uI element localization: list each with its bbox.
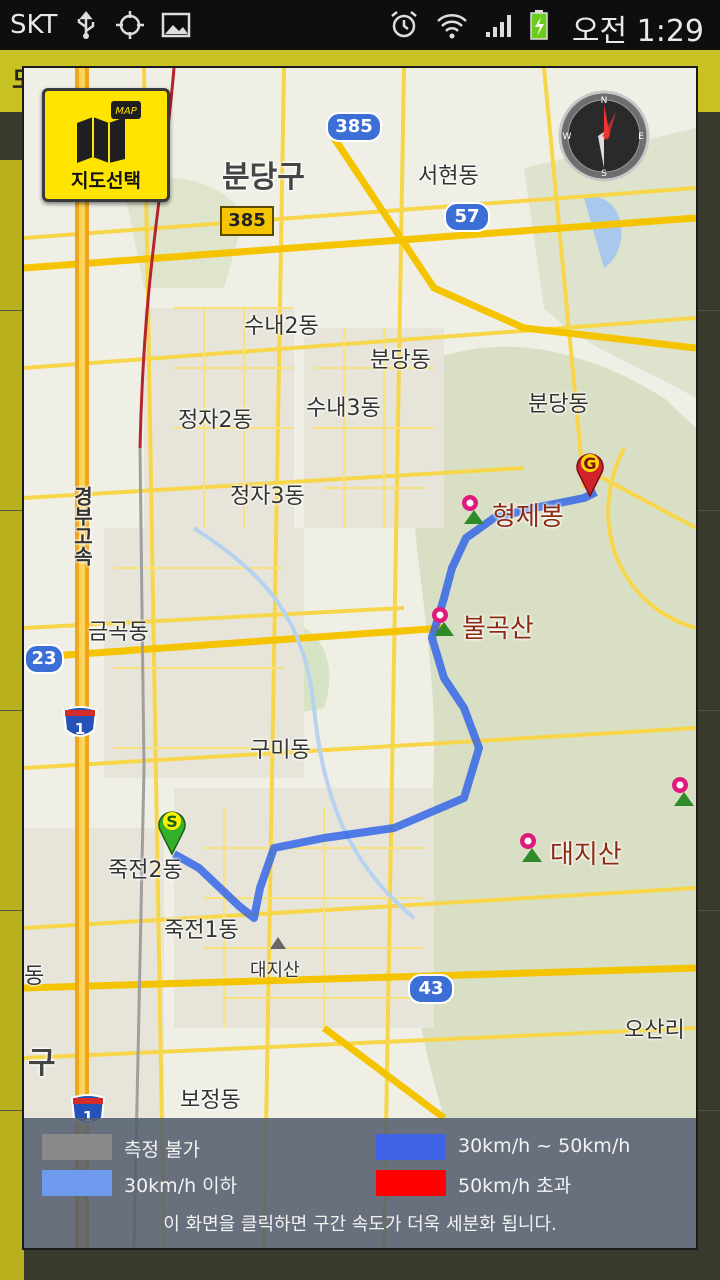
peak-icon <box>520 833 542 862</box>
background-app-strip <box>0 160 24 1280</box>
svg-text:N: N <box>601 96 608 106</box>
legend-label: 30km/h ~ 50km/h <box>458 1135 631 1157</box>
map-label-dong: 수내3동 <box>306 396 381 421</box>
legend-label: 측정 불가 <box>124 1139 200 1161</box>
map-label-dong: 보정동 <box>180 1088 241 1113</box>
peak-icon <box>432 607 454 636</box>
svg-text:W: W <box>563 132 572 142</box>
peak-label: 불곡산 <box>462 614 534 644</box>
usb-icon <box>77 10 95 39</box>
road-shield: 385 <box>220 206 274 236</box>
highway-shield-icon: 1 <box>62 706 98 738</box>
peak-icon <box>672 777 694 806</box>
legend-swatch <box>376 1134 446 1160</box>
map-label-dong: 수내2동 <box>244 314 319 339</box>
start-marker-label: S <box>166 812 178 831</box>
map-label-dong: 죽전1동 <box>164 918 239 943</box>
map-label-dong: 분당동 <box>370 348 431 373</box>
svg-text:E: E <box>638 132 644 142</box>
speed-legend[interactable]: 측정 불가 30km/h ~ 50km/h 30km/h 이하 50km/h 초… <box>24 1118 696 1248</box>
road-shield: 57 <box>444 202 490 232</box>
map-label-mountain: 대지산 <box>250 960 300 981</box>
wifi-icon <box>437 14 467 39</box>
carrier-label: SKT <box>10 10 58 40</box>
map-label-dong: 금곡동 <box>88 620 149 645</box>
road-shield: 385 <box>326 112 382 142</box>
map-label-dong: 죽전2동 <box>108 858 183 883</box>
gps-icon <box>116 11 144 39</box>
peak-label: 대지산 <box>550 840 622 870</box>
map-label-dong: 분당동 <box>528 392 589 417</box>
map-label-edge: 동 <box>24 964 45 989</box>
map-select-button[interactable]: MAP 지도선택 <box>42 88 170 202</box>
peak-icon <box>462 495 484 524</box>
map-label-district: 분당구 <box>222 160 305 195</box>
start-marker-icon: S <box>158 811 186 856</box>
legend-swatch <box>42 1170 112 1196</box>
folded-map-icon: MAP <box>77 101 141 163</box>
expressway-label: 경부고속 <box>70 486 94 566</box>
map-label-village: 오산리 <box>624 1018 685 1043</box>
gallery-icon <box>161 12 191 38</box>
legend-swatch <box>42 1134 112 1160</box>
legend-label: 30km/h 이하 <box>124 1175 238 1197</box>
alarm-icon <box>391 11 417 38</box>
clock: 오전 1:29 <box>571 14 704 49</box>
battery-charging-icon <box>530 10 548 40</box>
goal-marker-icon: G <box>576 453 604 498</box>
status-bar: SKT 오전 1:29 <box>0 0 720 50</box>
route-map-dialog[interactable]: 분당구 서현동 수내2동 분당동 수내3동 분당동 정자2동 정자3동 금곡동 … <box>24 68 696 1248</box>
signal-icon <box>486 15 511 37</box>
legend-hint: 이 화면을 클릭하면 구간 속도가 더욱 세분화 됩니다. <box>163 1214 557 1235</box>
map-badge-label: MAP <box>115 106 137 117</box>
svg-text:S: S <box>601 169 607 179</box>
map-label-edge: 구 <box>28 1046 56 1081</box>
map-label-dong: 정자3동 <box>230 484 305 509</box>
legend-label: 50km/h 초과 <box>458 1175 572 1197</box>
mountain-icon <box>270 937 286 949</box>
map-label-dong: 서현동 <box>418 164 479 189</box>
map-label-dong: 정자2동 <box>178 408 253 433</box>
map-select-label: 지도선택 <box>71 170 141 192</box>
goal-marker-label: G <box>583 454 596 473</box>
compass-icon[interactable]: N S W E <box>558 90 650 182</box>
legend-swatch <box>376 1170 446 1196</box>
road-shield: 23 <box>24 644 64 674</box>
road-shield: 43 <box>408 974 454 1004</box>
peak-label: 형제봉 <box>492 502 564 532</box>
map-canvas[interactable] <box>24 68 696 1248</box>
highway-shield-number: 1 <box>75 720 85 738</box>
map-label-dong: 구미동 <box>250 738 311 763</box>
